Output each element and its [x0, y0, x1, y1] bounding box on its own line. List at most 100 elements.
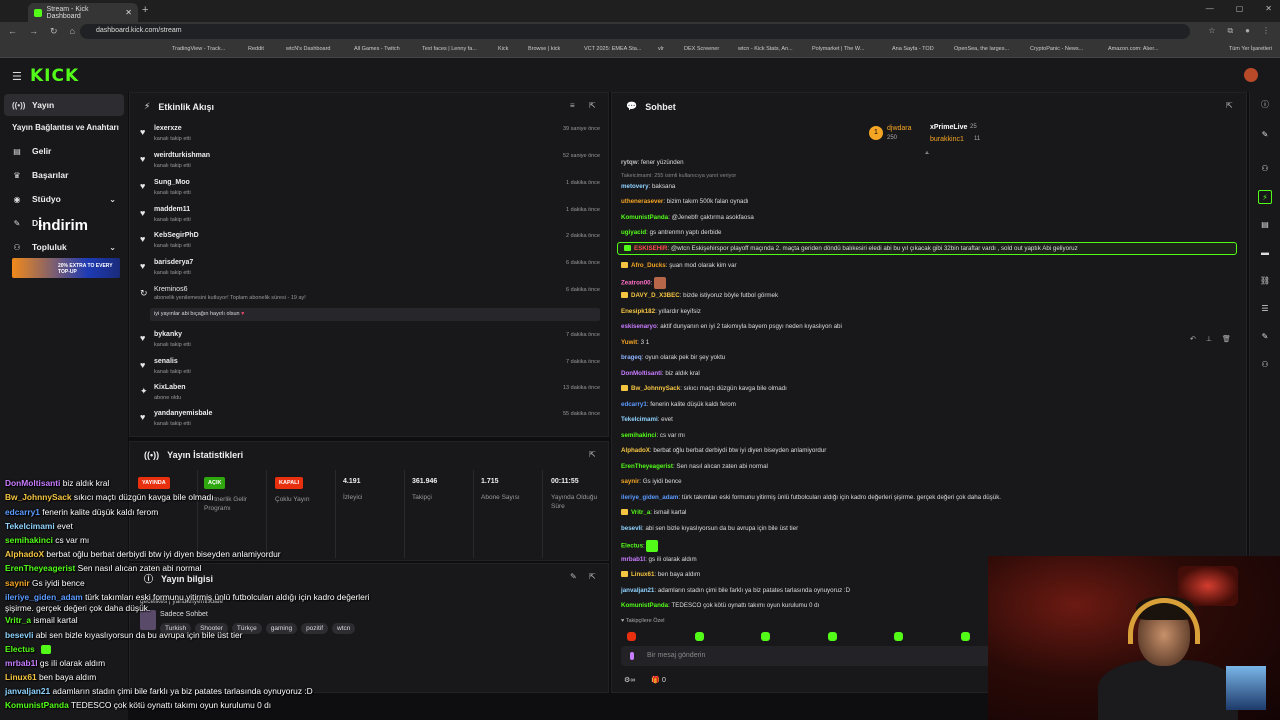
sidebar-item-studyo[interactable]: ◉ Stüdyo ⌄	[4, 188, 124, 210]
bookmark-item[interactable]: Amazon.com: Alıer...	[1108, 46, 1158, 52]
bookmark-item[interactable]: Polymarket | The W...	[812, 46, 864, 52]
bookmark-item[interactable]: wtcn - Kick Stats, An...	[738, 46, 793, 52]
chat-message[interactable]: mrbab1l: gs iIi olarak aldım	[621, 556, 697, 563]
activity-item[interactable]: ♥ KebSegirPhD kanalı takip etti 2 dakika ön…	[138, 229, 608, 257]
sidebar-item-stream-key[interactable]: Yayın Bağlantısı ve Anahtarı	[4, 116, 124, 138]
chat-username[interactable]: edcarry1	[621, 401, 647, 408]
bookmark-item[interactable]: Browse | kick	[528, 46, 560, 52]
chat-message[interactable]: ErenTheyeagerist: Sen nasıl alıcan zaten…	[621, 463, 768, 470]
sidebar-item-gelir[interactable]: ▤ Gelir	[4, 140, 124, 162]
sidebar-item-topluluk[interactable]: ⚇ Topluluk ⌄	[4, 236, 124, 258]
activity-username[interactable]: bykanky	[154, 331, 182, 338]
chat-message[interactable]: Afro_Ducks: şuan mod olarak kim var	[621, 262, 737, 269]
bookmark-item[interactable]: Text faces | Lenny fa...	[422, 46, 477, 52]
popout-icon[interactable]: ⇱	[589, 101, 596, 110]
link-icon[interactable]: ⛓	[1258, 274, 1272, 288]
chat-username[interactable]: metovery	[621, 183, 649, 190]
activity-username[interactable]: senalis	[154, 358, 178, 365]
chat-message[interactable]: Yuwit: 3 1	[621, 339, 649, 346]
bookmark-item[interactable]: OpenSea, the larges...	[954, 46, 1009, 52]
activity-username[interactable]: Kreminos6	[154, 286, 187, 293]
user-avatar[interactable]	[1244, 68, 1258, 82]
chat-message[interactable]: brageq: oyun olarak pek bir şey yoktu	[621, 354, 725, 361]
users-icon[interactable]: ⚇	[1258, 358, 1272, 372]
chat-message[interactable]: eskisenaryo: aktif dunyanın en iyi 2 tak…	[621, 323, 842, 330]
sidebar-item-yayin[interactable]: ((•)) Yayın	[4, 94, 124, 116]
menu-icon[interactable]: ⋮	[1262, 26, 1270, 36]
chat-icon[interactable]: ▬	[1258, 246, 1272, 260]
chat-username[interactable]: ESKISEHIR	[634, 245, 667, 252]
pin-icon[interactable]: ⊥	[1206, 335, 1212, 343]
chat-input[interactable]: Bir mesaj gönderin	[621, 646, 991, 666]
all-bookmarks[interactable]: Tüm Yer İşaretleri	[1229, 46, 1272, 52]
chat-username[interactable]: ileriye_giden_adam	[621, 494, 678, 501]
bookmark-item[interactable]: All Games - Twitch	[354, 46, 400, 52]
reload-icon[interactable]: ↻	[50, 26, 58, 37]
bookmark-item[interactable]: Reddit	[248, 46, 264, 52]
bookmark-item[interactable]: DEX Screener	[684, 46, 719, 52]
chat-username[interactable]: DAVY_D_X3BEC	[631, 292, 680, 299]
chat-username[interactable]: rytqw	[621, 159, 638, 166]
expand-chevron-icon[interactable]: ⩡	[925, 150, 929, 158]
chat-message[interactable]: Enesipk182: yıllardır keyifsiz	[621, 308, 701, 315]
activity-item[interactable]: ♥ bykanky kanalı takip etti 7 dakika önce	[138, 328, 608, 356]
emote-icon[interactable]	[961, 632, 970, 641]
close-tab-icon[interactable]: ✕	[125, 8, 132, 17]
tag-pill[interactable]: pozitif	[301, 623, 329, 634]
reply-icon[interactable]: ↶	[1190, 335, 1196, 343]
back-icon[interactable]: ←	[8, 26, 17, 37]
edit-icon[interactable]: ✎	[570, 572, 577, 581]
chat-message[interactable]: Linux61: ben baya aldım	[621, 571, 700, 578]
chat-username[interactable]: Enesipk182	[621, 308, 655, 315]
chat-username[interactable]: semihakinci	[621, 432, 656, 439]
bookmark-item[interactable]: vlr	[658, 46, 664, 52]
chat-username[interactable]: Yuwit	[621, 339, 637, 346]
chat-message[interactable]: saynir: Gs iyidi bence	[621, 478, 682, 485]
chat-username[interactable]: ugiyacid	[621, 229, 646, 236]
gifter-name[interactable]: djwdara	[887, 125, 912, 132]
bookmark-item[interactable]: CryptoPanic - News...	[1030, 46, 1083, 52]
activity-username[interactable]: Sung_Moo	[154, 179, 190, 186]
mic-icon[interactable]	[630, 652, 634, 660]
activity-item[interactable]: ♥ yandanyemisbale kanalı takip etti 55 daki…	[138, 407, 608, 435]
filter-icon[interactable]: ≡	[570, 101, 575, 110]
emote-icon[interactable]	[761, 632, 770, 641]
user-settings-icon[interactable]: ⚙∞	[624, 676, 635, 684]
profile-icon[interactable]: ●	[1245, 26, 1250, 36]
activity-item[interactable]: ♥ maddem11 kanalı takip etti 1 dakika önce	[138, 203, 608, 231]
new-tab-icon[interactable]: +	[142, 4, 148, 16]
browser-tab[interactable]: Stream - Kick Dashboard ✕	[28, 3, 138, 22]
chat-message[interactable]: ugiyacid: gs antrenmn yaptı derbide	[621, 229, 721, 236]
chat-username[interactable]: mrbab1l	[621, 556, 645, 563]
chat-message[interactable]: besevli: abi sen bizle kıyaslıyorsun da …	[621, 525, 798, 532]
star-icon[interactable]: ☆	[1208, 26, 1215, 36]
chat-message[interactable]: KomunistPanda: TEDESCO çok kötü oynattı …	[621, 602, 819, 609]
chat-message[interactable]: Electus:	[621, 540, 659, 552]
chat-username[interactable]: Linux61	[631, 571, 654, 578]
activity-item[interactable]: ♥ Sung_Moo kanalı takip etti 1 dakika önce	[138, 176, 608, 204]
chat-message[interactable]: ESKISEHIR: @wtcn Eskişehirspor playoff m…	[624, 245, 1078, 252]
chat-message[interactable]: Vritr_a: ismail kartal	[621, 509, 686, 516]
pencil-icon[interactable]: ✎	[1258, 128, 1272, 142]
chat-username[interactable]: Afro_Ducks	[631, 262, 666, 269]
emote-icon[interactable]	[894, 632, 903, 641]
bookmark-item[interactable]: Kick	[498, 46, 508, 52]
popout-icon[interactable]: ⇱	[589, 450, 596, 459]
chat-message[interactable]: Tekelcimami: evet	[621, 416, 673, 423]
bookmark-item[interactable]: VCT 2025: EMEA Sta...	[584, 46, 641, 52]
maximize-icon[interactable]: ▢	[1236, 4, 1244, 13]
document-icon[interactable]: ▤	[1258, 218, 1272, 232]
popout-icon[interactable]: ⇱	[1226, 101, 1233, 110]
popout-icon[interactable]: ⇱	[589, 572, 596, 581]
activity-username[interactable]: maddem11	[154, 206, 190, 213]
bookmark-item[interactable]: wtcN's Dashboard	[286, 46, 330, 52]
chat-username[interactable]: KomunistPanda	[621, 602, 668, 609]
bookmark-item[interactable]: Ana Sayfa - TOD	[892, 46, 934, 52]
activity-username[interactable]: KebSegirPhD	[154, 232, 199, 239]
activity-username[interactable]: yandanyemisbale	[154, 410, 212, 417]
url-field[interactable]: dashboard.kick.com/stream	[80, 24, 1190, 39]
list-icon[interactable]: ☰	[1258, 302, 1272, 316]
activity-item[interactable]: ✦ KixLaben abone oldu 13 dakika önce	[138, 381, 608, 409]
activity-item[interactable]: ♥ weirdturkishman kanalı takip etti 52 sani…	[138, 149, 608, 177]
emote-icon[interactable]	[695, 632, 704, 641]
